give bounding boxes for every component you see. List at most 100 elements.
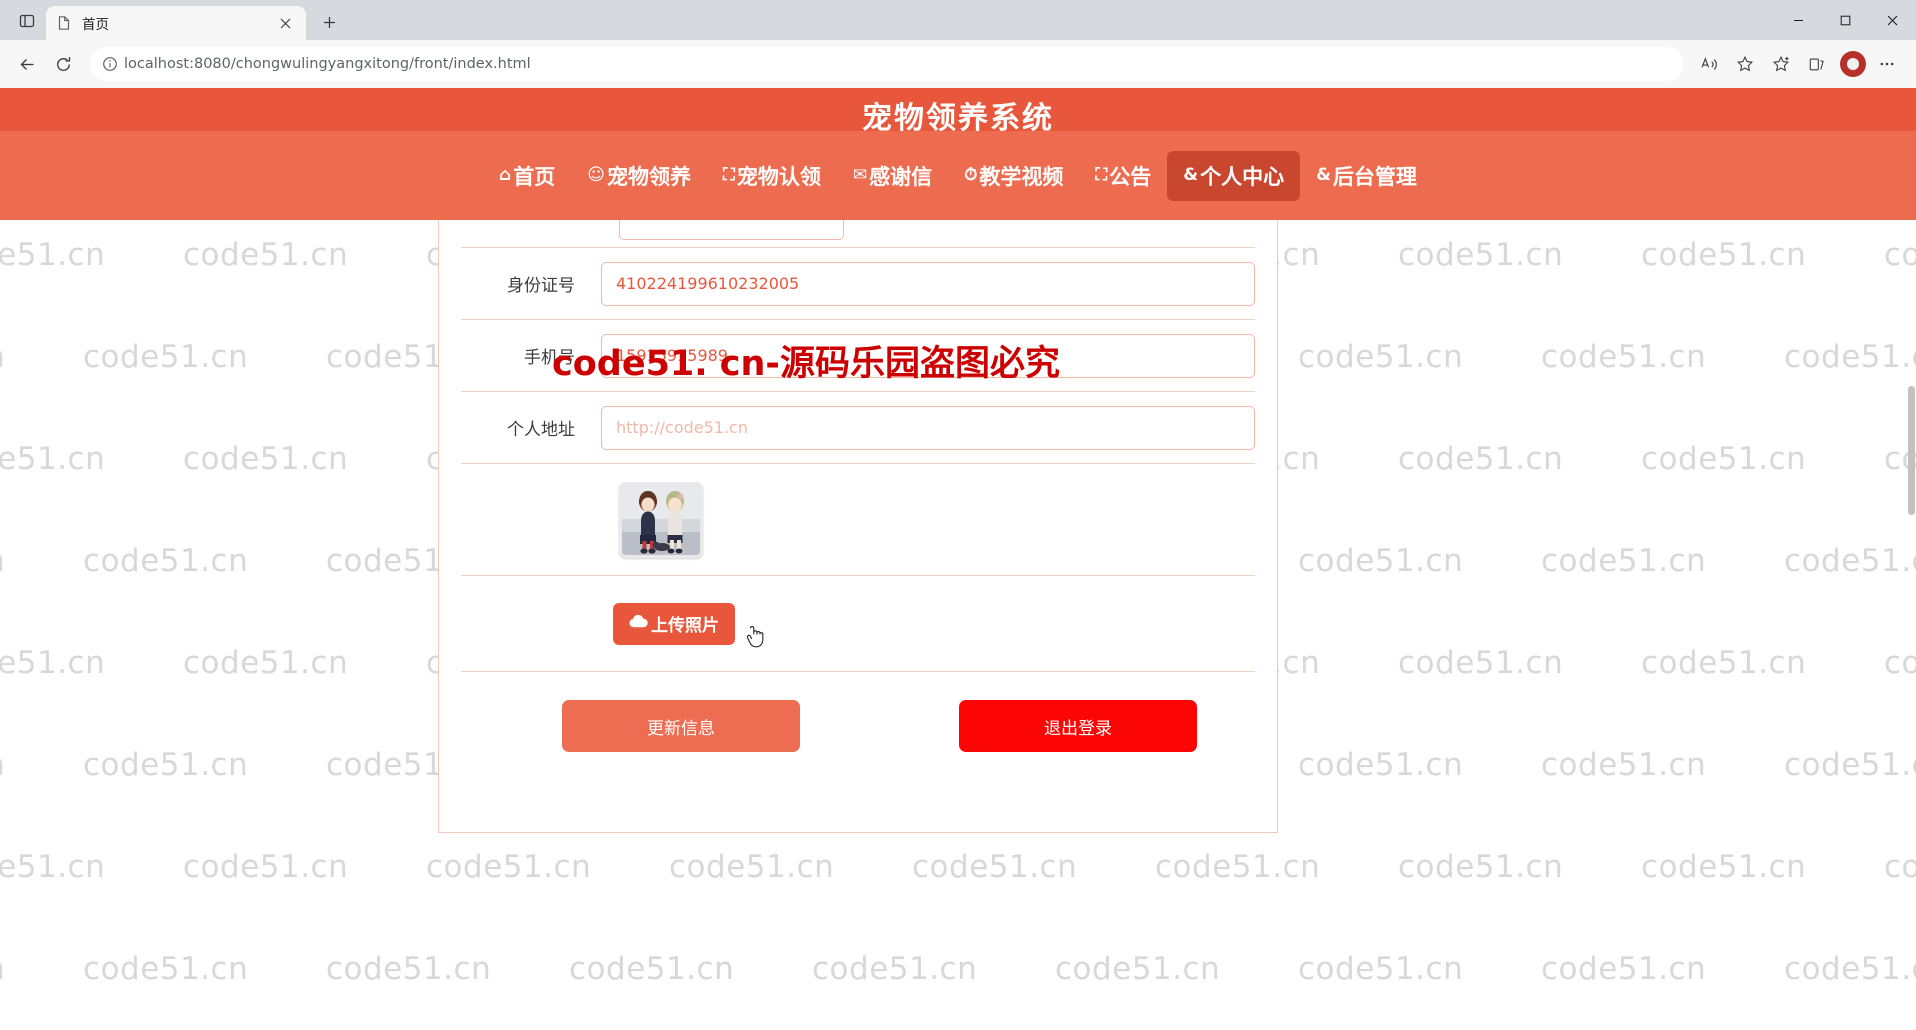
- label-id-number: 身份证号: [507, 276, 575, 296]
- watermark-text: code51.cn: [1641, 441, 1807, 477]
- watermark-text: code51.cn: [569, 951, 735, 987]
- nav-item-6[interactable]: & 个人中心: [1167, 150, 1301, 201]
- url-text: localhost:8080/chongwulingyangxitong/fro…: [124, 56, 531, 72]
- watermark-text: code51.cn: [183, 441, 349, 477]
- browser-tab[interactable]: 首页: [46, 6, 306, 40]
- collections-icon[interactable]: [1800, 47, 1834, 81]
- nav-item-label: 教学视频: [979, 164, 1064, 189]
- nav-item-2[interactable]: ⛶ 宠物认领: [707, 151, 837, 201]
- logout-button[interactable]: 退出登录: [959, 700, 1197, 752]
- watermark-text: code51.cn: [1784, 951, 1916, 987]
- nav-item-label: 宠物认领: [736, 164, 821, 189]
- read-aloud-icon[interactable]: [1692, 47, 1726, 81]
- nav-item-label: 后台管理: [1332, 164, 1417, 189]
- scrollbar-thumb[interactable]: [1908, 386, 1915, 515]
- nav-item-7[interactable]: & 后台管理: [1300, 151, 1433, 201]
- close-icon[interactable]: [274, 12, 296, 34]
- watermark-text: code51.cn: [83, 543, 249, 579]
- watermark-text: code51.cn: [0, 237, 106, 273]
- watermark-text: code51.cn: [1784, 543, 1916, 579]
- info-circle-icon[interactable]: [96, 50, 124, 78]
- watermark-text: code51.cn: [183, 237, 349, 273]
- watermark-text: code51.cn: [183, 849, 349, 885]
- address-placeholder: http://code51.cn: [616, 418, 748, 437]
- back-icon[interactable]: [10, 47, 44, 81]
- add-favorite-icon[interactable]: [1728, 47, 1762, 81]
- letter-icon: ✉: [852, 165, 868, 185]
- watermark-text: code51.cn: [1298, 543, 1464, 579]
- tab-title: 首页: [82, 17, 109, 33]
- claim-icon: ⛶: [722, 165, 735, 185]
- phone-input[interactable]: 15915915989: [601, 333, 1255, 378]
- watermark-text: code51.cn: [0, 747, 83, 783]
- cloud-upload-icon: [629, 613, 648, 634]
- nav-item-label: 感谢信: [869, 164, 933, 189]
- browser-toolbar: localhost:8080/chongwulingyangxitong/fro…: [0, 40, 1916, 88]
- watermark-text: code51.cn: [1541, 339, 1707, 375]
- phone-value: 15915915989: [616, 346, 728, 365]
- tab-strip: 首页: [0, 0, 1916, 40]
- address-bar[interactable]: localhost:8080/chongwulingyangxitong/fro…: [90, 47, 1684, 81]
- nav-item-label: 首页: [513, 164, 556, 189]
- page-scrollbar[interactable]: [1907, 73, 1916, 1030]
- watermark-text: code51.cn: [1155, 849, 1321, 885]
- settings-more-icon[interactable]: [1870, 47, 1904, 81]
- watermark-text: code51.cn: [1298, 951, 1464, 987]
- watermark-text: code51.cn: [1641, 849, 1807, 885]
- upload-photo-button[interactable]: 上传照片: [613, 602, 735, 645]
- watermark-text: code51.cn: [812, 951, 978, 987]
- watermark-text: code51.cn: [1541, 543, 1707, 579]
- nav-item-label: 个人中心: [1200, 164, 1285, 189]
- form-row-id-number: 身份证号 410224199610232005: [461, 248, 1255, 320]
- upload-photo-label: 上传照片: [651, 616, 719, 636]
- paw-icon: ☺: [587, 165, 605, 185]
- page-viewport: code51.cn code51.cn code51.cn code51.cn code…: [0, 73, 1916, 1030]
- nav-item-4[interactable]: ⏱ 教学视频: [948, 151, 1079, 201]
- id-number-input[interactable]: 410224199610232005: [601, 261, 1255, 306]
- favorites-icon[interactable]: [1764, 47, 1798, 81]
- watermark-text: code51.cn: [1398, 849, 1564, 885]
- avatar-thumbnail[interactable]: [619, 481, 703, 558]
- home-icon: ⌂: [499, 165, 512, 185]
- watermark-text: code51.cn: [426, 849, 592, 885]
- profile-avatar[interactable]: [1840, 51, 1866, 77]
- browser-window: 首页 localhost:8080/chongwulingyangxitong/…: [0, 0, 1916, 1030]
- watermark-text: code51.cn: [0, 849, 106, 885]
- label-address: 个人地址: [507, 420, 575, 440]
- watermark-text: code51.cn: [0, 441, 106, 477]
- notice-icon: ⛶: [1095, 165, 1108, 185]
- watermark-text: code51.cn: [83, 339, 249, 375]
- new-tab-button[interactable]: [314, 7, 344, 37]
- update-info-button[interactable]: 更新信息: [562, 700, 800, 752]
- label-phone: 手机号: [524, 348, 575, 368]
- watermark-text: code51.cn: [1641, 645, 1807, 681]
- watermark-text: code51.cn: [183, 645, 349, 681]
- reload-icon[interactable]: [46, 47, 80, 81]
- watermark-text: code51.cn: [1784, 339, 1916, 375]
- nav-item-0[interactable]: ⌂ 首页: [483, 151, 571, 201]
- link-icon: &: [1316, 165, 1331, 185]
- watermark-text: code51.cn: [912, 849, 1078, 885]
- watermark-text: code51.cn: [1784, 747, 1916, 783]
- address-input[interactable]: http://code51.cn: [601, 405, 1255, 450]
- watermark-text: code51.cn: [326, 951, 492, 987]
- profile-form: 身份证号 410224199610232005 手机号 15915915989 …: [461, 220, 1255, 832]
- toolbar-right-icons: [1692, 47, 1906, 81]
- watermark-text: code51.cn: [1055, 951, 1221, 987]
- minimize-button[interactable]: [1775, 0, 1822, 40]
- tab-actions-icon[interactable]: [8, 4, 46, 38]
- watermark-text: code51.cn: [1541, 747, 1707, 783]
- watermark-row: code51.cn code51.cn code51.cn code51.cn code…: [0, 849, 1916, 885]
- form-row-clipped: [461, 220, 1255, 248]
- main-navigation: ⌂ 首页 ☺ 宠物领养 ⛶ 宠物认领 ✉ 感谢信 ⏱ 教学视频 ⛶ 公告 & 个人中心 & 后台管理: [0, 131, 1916, 220]
- watermark-text: code51.cn: [83, 747, 249, 783]
- id-number-value: 410224199610232005: [616, 274, 800, 293]
- nav-item-1[interactable]: ☺ 宠物领养: [571, 151, 707, 201]
- nav-item-5[interactable]: ⛶ 公告: [1079, 151, 1167, 201]
- close-window-button[interactable]: [1869, 0, 1916, 40]
- watermark-text: code51.cn: [1398, 237, 1564, 273]
- clipped-input[interactable]: [619, 220, 844, 240]
- maximize-button[interactable]: [1822, 0, 1869, 40]
- watermark-text: code51.cn: [83, 951, 249, 987]
- nav-item-3[interactable]: ✉ 感谢信: [837, 151, 948, 201]
